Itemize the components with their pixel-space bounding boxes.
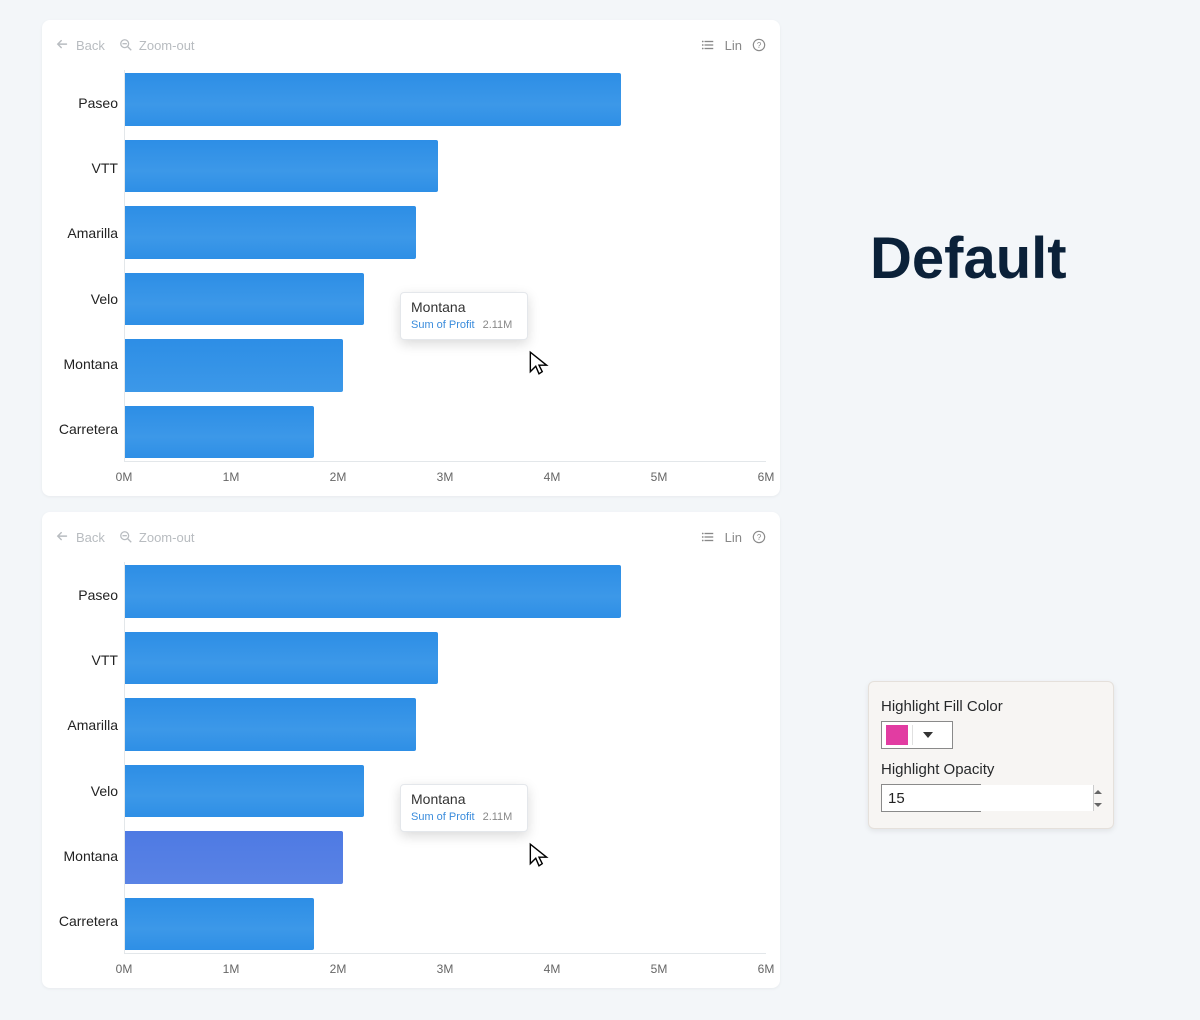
- x-axis-tick: 1M: [223, 962, 240, 976]
- bar[interactable]: [125, 565, 621, 618]
- svg-text:?: ?: [757, 41, 762, 50]
- chevron-down-icon: [923, 732, 933, 738]
- svg-text:?: ?: [757, 533, 762, 542]
- x-axis-tick: 2M: [330, 962, 347, 976]
- x-axis-tick: 3M: [437, 470, 454, 484]
- opacity-label: Highlight Opacity: [881, 761, 1101, 778]
- bar-row[interactable]: [125, 203, 766, 262]
- help-icon[interactable]: ?: [752, 530, 766, 544]
- list-icon[interactable]: [701, 530, 715, 544]
- y-axis-label: Amarilla: [56, 693, 124, 758]
- bar[interactable]: [125, 140, 438, 193]
- zoom-out-icon: [119, 38, 133, 52]
- zoom-out-button[interactable]: Zoom-out: [119, 38, 195, 53]
- bar[interactable]: [125, 73, 621, 126]
- y-axis-label: Amarilla: [56, 201, 124, 266]
- x-axis-tick: 0M: [116, 470, 133, 484]
- tooltip: Montana Sum of Profit 2.11M: [400, 784, 528, 832]
- bar[interactable]: [125, 632, 438, 685]
- scale-toggle[interactable]: Lin: [725, 530, 742, 545]
- chart-panel-bottom: Back Zoom-out Lin ? PaseoVTTAmarillaVelo…: [42, 512, 780, 988]
- x-axis-tick: 6M: [758, 962, 775, 976]
- bar[interactable]: [125, 831, 343, 884]
- opacity-stepper[interactable]: [881, 784, 981, 812]
- x-axis-tick: 5M: [651, 470, 668, 484]
- x-axis-tick: 2M: [330, 470, 347, 484]
- bar[interactable]: [125, 898, 314, 951]
- bar-row[interactable]: [125, 403, 766, 462]
- y-axis-label: VTT: [56, 135, 124, 200]
- y-axis-label: Velo: [56, 266, 124, 331]
- variant-title: Default: [870, 225, 1067, 292]
- back-icon: [56, 38, 70, 52]
- bar-row[interactable]: [125, 336, 766, 395]
- plot-area[interactable]: PaseoVTTAmarillaVeloMontanaCarretera0M1M…: [56, 70, 766, 490]
- bar[interactable]: [125, 206, 416, 259]
- back-icon: [56, 530, 70, 544]
- y-axis-label: Montana: [56, 331, 124, 396]
- chart-toolbar: Back Zoom-out Lin ?: [56, 30, 766, 60]
- tooltip-title: Montana: [411, 791, 517, 807]
- list-icon[interactable]: [701, 38, 715, 52]
- y-axis-label: Carretera: [56, 397, 124, 462]
- tooltip-metric-value: 2.11M: [483, 319, 513, 331]
- zoom-out-label: Zoom-out: [139, 38, 195, 53]
- zoom-out-icon: [119, 530, 133, 544]
- chart-panel-top: Back Zoom-out Lin ? PaseoVTTAmarillaVelo…: [42, 20, 780, 496]
- x-axis-tick: 5M: [651, 962, 668, 976]
- x-axis-tick: 3M: [437, 962, 454, 976]
- bar[interactable]: [125, 273, 364, 326]
- back-button[interactable]: Back: [56, 38, 105, 53]
- highlight-settings-panel: Highlight Fill Color Highlight Opacity: [868, 681, 1114, 829]
- bar-row[interactable]: [125, 895, 766, 954]
- x-axis-tick: 0M: [116, 962, 133, 976]
- tooltip-metric-label: Sum of Profit: [411, 811, 475, 823]
- back-label: Back: [76, 38, 105, 53]
- stepper-down-icon[interactable]: [1094, 798, 1102, 811]
- bar[interactable]: [125, 698, 416, 751]
- y-axis-label: Carretera: [56, 889, 124, 954]
- bar-row[interactable]: [125, 562, 766, 621]
- back-label: Back: [76, 530, 105, 545]
- bar-row[interactable]: [125, 695, 766, 754]
- bar[interactable]: [125, 406, 314, 459]
- bar-row[interactable]: [125, 137, 766, 196]
- fill-color-swatch: [886, 725, 908, 745]
- tooltip-metric-value: 2.11M: [483, 811, 513, 823]
- x-axis-tick: 6M: [758, 470, 775, 484]
- back-button[interactable]: Back: [56, 530, 105, 545]
- tooltip-metric-label: Sum of Profit: [411, 319, 475, 331]
- stepper-up-icon[interactable]: [1094, 785, 1102, 798]
- tooltip: Montana Sum of Profit 2.11M: [400, 292, 528, 340]
- fill-color-label: Highlight Fill Color: [881, 698, 1101, 715]
- bar[interactable]: [125, 765, 364, 818]
- tooltip-title: Montana: [411, 299, 517, 315]
- y-axis-label: VTT: [56, 627, 124, 692]
- help-icon[interactable]: ?: [752, 38, 766, 52]
- x-axis-tick: 4M: [544, 470, 561, 484]
- bar[interactable]: [125, 339, 343, 392]
- y-axis-label: Paseo: [56, 562, 124, 627]
- bar-row[interactable]: [125, 629, 766, 688]
- chart-toolbar: Back Zoom-out Lin ?: [56, 522, 766, 552]
- x-axis-tick: 1M: [223, 470, 240, 484]
- y-axis-label: Paseo: [56, 70, 124, 135]
- bar-row[interactable]: [125, 70, 766, 129]
- fill-color-picker[interactable]: [881, 721, 953, 749]
- x-axis-tick: 4M: [544, 962, 561, 976]
- bar-row[interactable]: [125, 828, 766, 887]
- y-axis-label: Velo: [56, 758, 124, 823]
- y-axis-label: Montana: [56, 823, 124, 888]
- zoom-out-button[interactable]: Zoom-out: [119, 530, 195, 545]
- zoom-out-label: Zoom-out: [139, 530, 195, 545]
- plot-area[interactable]: PaseoVTTAmarillaVeloMontanaCarretera0M1M…: [56, 562, 766, 982]
- opacity-input[interactable]: [882, 785, 1093, 811]
- scale-toggle[interactable]: Lin: [725, 38, 742, 53]
